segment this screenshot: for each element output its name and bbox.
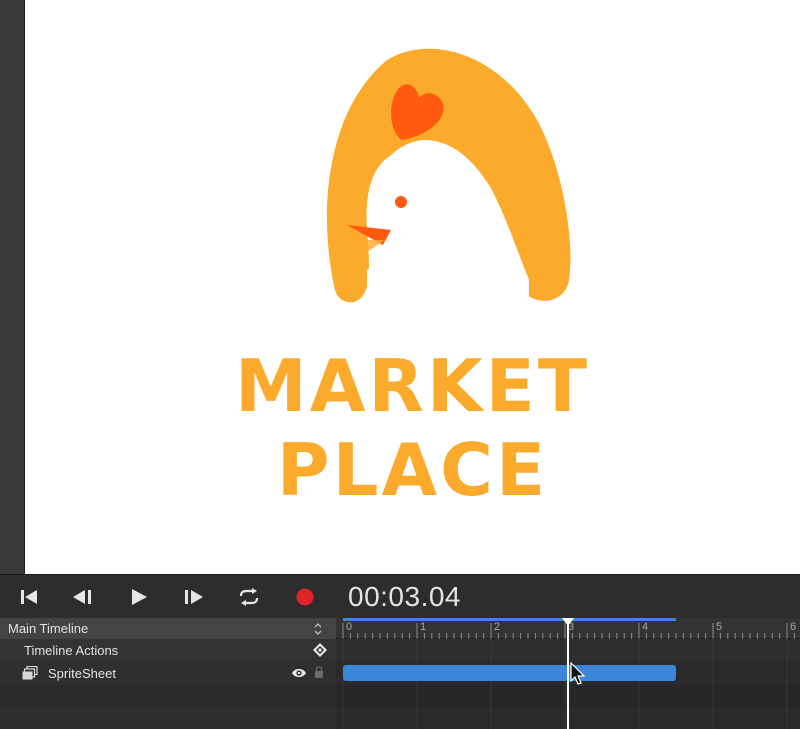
diamond-move-icon[interactable] — [313, 643, 327, 657]
play-button[interactable] — [126, 585, 152, 609]
timeline-selector[interactable]: Main Timeline — [0, 618, 336, 639]
layer-row-spritesheet[interactable]: SpriteSheet — [0, 661, 336, 685]
spritesheet-icon — [22, 666, 38, 680]
logo-eye — [395, 196, 407, 208]
layer-label: SpriteSheet — [48, 665, 116, 681]
transport-bar: 00:03.04 — [0, 574, 800, 618]
step-forward-button[interactable] — [180, 585, 206, 609]
skip-to-start-button[interactable] — [16, 585, 42, 609]
chevron-up-down-icon[interactable] — [313, 622, 323, 636]
eye-visibility-icon[interactable] — [291, 667, 307, 679]
rooster-logo-mark — [326, 48, 571, 305]
record-button[interactable] — [292, 585, 318, 609]
layer-panel: Main Timeline Timeline Actions SpriteShe… — [0, 618, 336, 729]
play-icon — [132, 589, 147, 605]
ruler-label-2: 2 — [494, 621, 501, 633]
left-gutter — [0, 0, 24, 574]
loop-icon — [239, 588, 259, 606]
time-display: 00:03.04 — [348, 581, 461, 612]
layer-row-empty — [0, 685, 336, 707]
ruler-label-0: 0 — [346, 621, 353, 633]
ruler-label-4: 4 — [642, 621, 649, 633]
playhead-handle-icon[interactable] — [561, 618, 575, 627]
ruler-label-1: 1 — [420, 621, 427, 633]
timeline-selector-label: Main Timeline — [8, 621, 89, 636]
track-area[interactable]: 0 1 2 3 4 5 6 — [336, 618, 800, 729]
ruler-label-5: 5 — [716, 621, 723, 633]
logo-text-market: MARKET — [235, 344, 590, 428]
lock-icon[interactable] — [314, 665, 324, 679]
layer-row-timeline-actions[interactable]: Timeline Actions — [0, 639, 336, 661]
step-forward-icon — [185, 590, 203, 604]
mouse-pointer-icon — [570, 662, 586, 685]
layer-row-empty — [0, 707, 336, 729]
spritesheet-clip[interactable] — [343, 665, 676, 681]
logo-text-place: PLACE — [276, 428, 549, 512]
stage-canvas[interactable]: MARKET PLACE — [24, 0, 800, 574]
ruler-label-6: 6 — [790, 621, 797, 633]
step-back-button[interactable] — [70, 585, 96, 609]
record-icon — [296, 588, 314, 606]
timeline-panel: Main Timeline Timeline Actions SpriteShe… — [0, 618, 800, 729]
playhead[interactable] — [566, 620, 569, 729]
loop-button[interactable] — [236, 585, 262, 609]
layer-label: Timeline Actions — [24, 642, 119, 658]
skip-to-start-icon — [21, 590, 37, 604]
step-back-icon — [73, 590, 91, 604]
